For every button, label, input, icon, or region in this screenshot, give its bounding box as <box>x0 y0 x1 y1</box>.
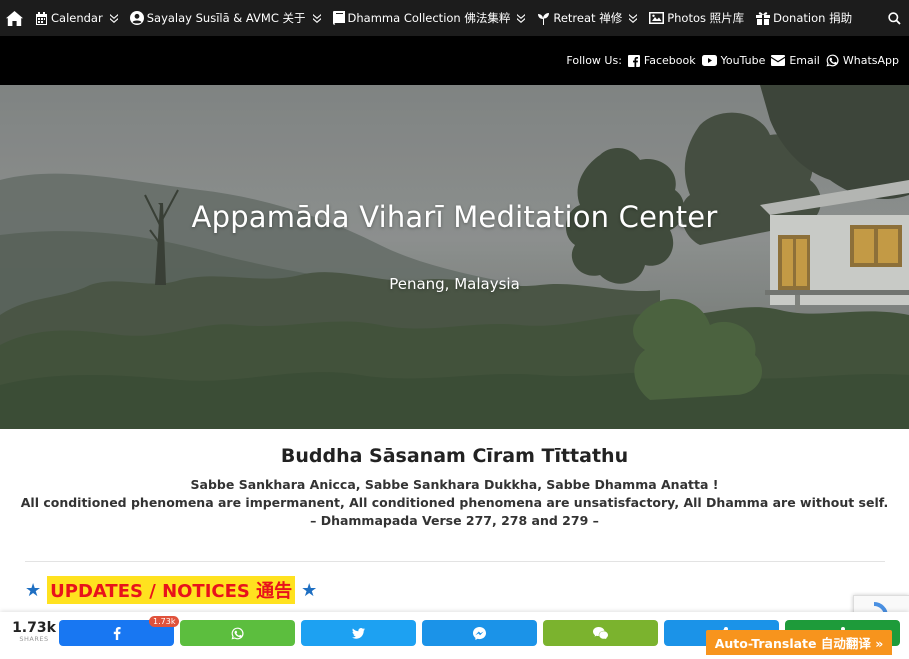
follow-label: Follow Us: <box>566 54 622 67</box>
whatsapp-icon <box>231 627 244 640</box>
hero-banner: Appamāda Viharī Meditation Center Penang… <box>0 85 909 429</box>
follow-bar: Follow Us: Facebook YouTube Email WhatsA… <box>0 36 909 85</box>
wechat-icon <box>593 627 608 639</box>
email-link[interactable]: Email <box>771 54 820 67</box>
nav-item-about[interactable]: Sayalay Susīlā & AVMC 关于 <box>124 0 327 36</box>
share-wechat-button[interactable] <box>543 620 658 646</box>
calendar-icon <box>35 11 48 25</box>
share-count-number: 1.73k <box>12 620 56 636</box>
facebook-label: Facebook <box>643 54 696 67</box>
youtube-link[interactable]: YouTube <box>701 54 766 67</box>
nav-item-photos[interactable]: Photos 照片库 <box>643 0 750 36</box>
search-icon <box>888 11 901 25</box>
updates-label: UPDATES / NOTICES 通告 <box>47 576 296 604</box>
nav-item-label: Dhamma Collection 佛法集粹 <box>347 11 511 25</box>
star-icon: ★ <box>301 579 318 601</box>
hero-landscape-image <box>0 85 909 429</box>
quote-line-english: All conditioned phenomena are impermanen… <box>20 495 889 510</box>
whatsapp-link[interactable]: WhatsApp <box>826 54 899 67</box>
facebook-icon <box>627 54 644 67</box>
user-circle-icon <box>129 11 144 25</box>
share-messenger-button[interactable] <box>422 620 537 646</box>
star-icon: ★ <box>25 579 42 601</box>
nav-item-dhamma-collection[interactable]: Dhamma Collection 佛法集粹 <box>327 0 532 36</box>
share-count-label: SHARES <box>19 635 49 643</box>
search-button[interactable] <box>888 0 901 36</box>
chevron-down-icon <box>109 13 118 23</box>
twitter-icon <box>352 627 365 639</box>
youtube-icon <box>701 55 721 66</box>
nav-item-label: Donation 捐助 <box>773 11 853 25</box>
nav-item-label: Sayalay Susīlā & AVMC 关于 <box>146 11 306 25</box>
whatsapp-icon <box>826 54 843 67</box>
seedling-icon <box>537 12 550 25</box>
divider <box>25 561 885 562</box>
book-icon <box>332 11 345 25</box>
quote-title: Buddha Sāsanam Cīram Tīttathu <box>280 445 629 467</box>
email-label: Email <box>789 54 820 67</box>
nav-item-donation[interactable]: Donation 捐助 <box>750 0 858 36</box>
share-count: 1.73k SHARES <box>12 620 56 643</box>
share-count-badge: 1.73k <box>149 616 180 627</box>
image-icon <box>649 12 665 24</box>
updates-heading: ★ UPDATES / NOTICES 通告 ★ <box>25 576 317 604</box>
nav-item-retreat[interactable]: Retreat 禅修 <box>531 0 643 36</box>
envelope-icon <box>771 55 789 66</box>
whatsapp-label: WhatsApp <box>842 54 899 67</box>
chevron-down-icon <box>312 13 321 23</box>
share-twitter-button[interactable] <box>301 620 416 646</box>
chevron-down-icon <box>629 13 638 23</box>
nav-item-label: Retreat 禅修 <box>553 11 623 25</box>
home-link[interactable] <box>0 0 29 36</box>
quote-line-source: – Dhammapada Verse 277, 278 and 279 – <box>310 513 599 528</box>
nav-item-label: Photos 照片库 <box>667 11 745 25</box>
top-nav: Calendar Sayalay Susīlā & AVMC 关于 Dhamma… <box>0 0 909 36</box>
nav-item-label: Calendar <box>51 11 103 25</box>
youtube-label: YouTube <box>720 54 766 67</box>
chevron-down-icon <box>517 13 526 23</box>
gift-icon <box>756 11 771 25</box>
home-icon <box>6 10 23 26</box>
auto-translate-button[interactable]: Auto-Translate 自动翻译 » <box>706 630 892 655</box>
messenger-icon <box>473 626 486 640</box>
nav-item-calendar[interactable]: Calendar <box>29 0 124 36</box>
facebook-link[interactable]: Facebook <box>627 54 696 67</box>
hero-title: Appamāda Viharī Meditation Center <box>191 200 718 234</box>
hero-subtitle: Penang, Malaysia <box>389 275 520 293</box>
quote-line-pali: Sabbe Sankhara Anicca, Sabbe Sankhara Du… <box>190 477 719 492</box>
share-whatsapp-button[interactable] <box>180 620 295 646</box>
facebook-icon <box>113 626 121 640</box>
